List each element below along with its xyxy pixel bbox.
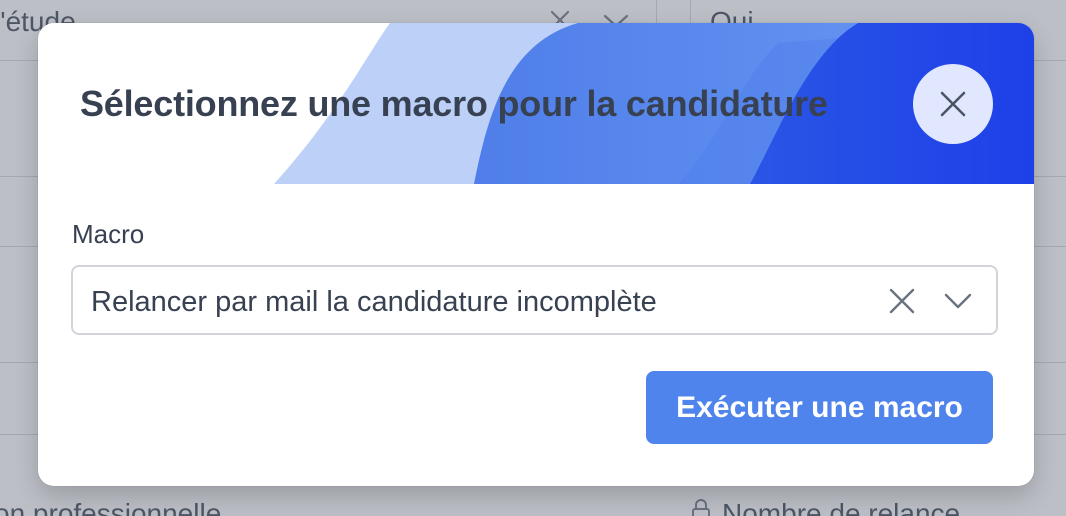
clear-icon[interactable] xyxy=(888,287,916,315)
macro-modal: Sélectionnez une macro pour la candidatu… xyxy=(38,23,1034,486)
modal-title: Sélectionnez une macro pour la candidatu… xyxy=(80,83,828,124)
macro-select[interactable]: Relancer par mail la candidature incompl… xyxy=(71,265,998,335)
close-button[interactable] xyxy=(913,64,993,144)
execute-macro-button[interactable]: Exécuter une macro xyxy=(646,371,993,444)
chevron-down-icon[interactable] xyxy=(943,289,973,313)
macro-field-label: Macro xyxy=(72,219,145,249)
modal-header: Sélectionnez une macro pour la candidatu… xyxy=(38,23,1034,184)
close-icon xyxy=(940,91,966,117)
macro-select-value: Relancer par mail la candidature incompl… xyxy=(91,286,657,318)
